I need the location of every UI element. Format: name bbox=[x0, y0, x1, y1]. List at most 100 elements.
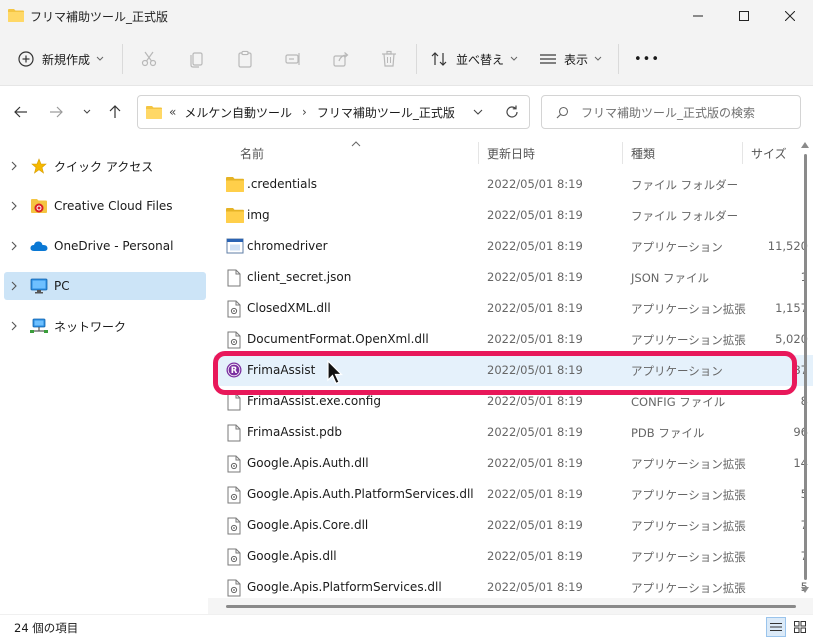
delete-button[interactable] bbox=[378, 48, 400, 70]
column-divider[interactable] bbox=[478, 142, 479, 164]
sidebar-item-onedrive[interactable]: OneDrive - Personal bbox=[4, 232, 206, 260]
breadcrumb-item[interactable]: メルケン自動ツール bbox=[184, 104, 292, 121]
scroll-down-arrow-icon[interactable] bbox=[801, 587, 809, 593]
file-row[interactable]: chromedriver 2022/05/01 8:19 アプリケーション 11,52… bbox=[214, 231, 813, 262]
file-date: 2022/05/01 8:19 bbox=[487, 270, 583, 284]
file-type: ファイル フォルダー bbox=[631, 209, 739, 223]
sidebar-item-pc[interactable]: PC bbox=[4, 272, 206, 300]
sort-button-label: 並べ替え bbox=[456, 52, 505, 67]
file-type: アプリケーション bbox=[631, 364, 723, 378]
breadcrumb-overflow[interactable]: « bbox=[169, 105, 176, 119]
title-bar: フリマ補助ツール_正式版 bbox=[0, 0, 813, 32]
file-row[interactable]: Google.Apis.Auth.dll 2022/05/01 8:19 アプリケー… bbox=[214, 448, 813, 479]
maximize-button[interactable] bbox=[721, 0, 767, 32]
sidebar-item-label: OneDrive - Personal bbox=[54, 239, 174, 253]
file-row[interactable]: client_secret.json 2022/05/01 8:19 JSON ファ… bbox=[214, 262, 813, 293]
breadcrumb-item[interactable]: フリマ補助ツール_正式版 bbox=[317, 104, 455, 121]
file-date: 2022/05/01 8:19 bbox=[487, 549, 583, 563]
document-icon bbox=[226, 269, 244, 287]
column-header-type[interactable]: 種類 bbox=[631, 138, 655, 168]
application-icon bbox=[226, 238, 244, 256]
minimize-button[interactable] bbox=[675, 0, 721, 32]
file-row[interactable]: Google.Apis.dll 2022/05/01 8:19 アプリケーション拡張… bbox=[214, 541, 813, 572]
see-more-button[interactable]: ••• bbox=[634, 44, 660, 74]
trash-icon bbox=[382, 50, 396, 67]
file-name: Google.Apis.Core.dll bbox=[247, 518, 369, 532]
command-bar: 新規作成 並べ替え 表示 ••• bbox=[0, 32, 813, 86]
arrow-left-icon bbox=[14, 106, 27, 118]
sidebar-item-network[interactable]: ネットワーク bbox=[4, 312, 206, 340]
scrollbar-thumb[interactable] bbox=[804, 154, 807, 580]
file-name: FrimaAssist.pdb bbox=[247, 425, 343, 439]
address-row: « メルケン自動ツール › フリマ補助ツール_正式版 フリマ補助ツール_正式版の… bbox=[0, 87, 813, 137]
new-button[interactable]: 新規作成 bbox=[18, 44, 104, 74]
file-date: 2022/05/01 8:19 bbox=[487, 518, 583, 532]
details-view-button[interactable] bbox=[766, 617, 786, 637]
more-dots-icon: ••• bbox=[634, 51, 661, 67]
vertical-scrollbar[interactable] bbox=[797, 138, 813, 600]
minimize-icon bbox=[693, 15, 703, 17]
file-date: 2022/05/01 8:19 bbox=[487, 580, 583, 594]
rename-button[interactable] bbox=[282, 48, 304, 70]
file-type: アプリケーション bbox=[631, 240, 723, 254]
file-row[interactable]: Google.Apis.Core.dll 2022/05/01 8:19 アプリケー… bbox=[214, 510, 813, 541]
back-button[interactable] bbox=[10, 101, 32, 123]
column-header-date[interactable]: 更新日時 bbox=[487, 138, 535, 168]
chevron-right-icon[interactable] bbox=[4, 241, 24, 251]
file-date: 2022/05/01 8:19 bbox=[487, 301, 583, 315]
sort-arrows-icon bbox=[431, 52, 447, 66]
column-divider[interactable] bbox=[742, 142, 743, 164]
chevron-right-icon[interactable] bbox=[4, 281, 24, 291]
file-date: 2022/05/01 8:19 bbox=[487, 363, 583, 377]
column-header-size[interactable]: サイズ bbox=[751, 138, 787, 168]
dll-file-icon bbox=[226, 579, 244, 597]
breadcrumb-separator: › bbox=[302, 105, 307, 119]
folder-icon bbox=[226, 176, 244, 194]
scrollbar-thumb[interactable] bbox=[226, 605, 796, 608]
file-name: .credentials bbox=[247, 177, 318, 191]
column-divider[interactable] bbox=[622, 142, 623, 164]
share-button[interactable] bbox=[330, 48, 352, 70]
refresh-button[interactable] bbox=[505, 105, 519, 119]
forward-button[interactable] bbox=[45, 101, 67, 123]
file-row[interactable]: DocumentFormat.OpenXml.dll 2022/05/01 8:1… bbox=[214, 324, 813, 355]
file-row[interactable]: img 2022/05/01 8:19 ファイル フォルダー bbox=[214, 200, 813, 231]
paste-button[interactable] bbox=[234, 48, 256, 70]
copy-button[interactable] bbox=[186, 48, 208, 70]
chevron-right-icon[interactable] bbox=[4, 201, 24, 211]
chevron-down-icon bbox=[594, 56, 602, 61]
up-button[interactable] bbox=[104, 101, 126, 123]
file-row[interactable]: FrimaAssist.exe.config 2022/05/01 8:19 CON… bbox=[214, 386, 813, 417]
plus-circle-icon bbox=[18, 51, 34, 67]
file-row[interactable]: Google.Apis.Auth.PlatformServices.dll 202… bbox=[214, 479, 813, 510]
view-button[interactable]: 表示 bbox=[540, 44, 602, 74]
file-row[interactable]: ClosedXML.dll 2022/05/01 8:19 アプリケーション拡張 1,… bbox=[214, 293, 813, 324]
file-date: 2022/05/01 8:19 bbox=[487, 425, 583, 439]
file-name: Google.Apis.PlatformServices.dll bbox=[247, 580, 442, 594]
file-row[interactable]: .credentials 2022/05/01 8:19 ファイル フォルダー bbox=[214, 169, 813, 200]
recent-locations-button[interactable] bbox=[76, 101, 98, 123]
address-bar[interactable]: « メルケン自動ツール › フリマ補助ツール_正式版 bbox=[137, 95, 530, 129]
clipboard-icon bbox=[238, 50, 252, 68]
file-row[interactable]: R FrimaAssist 2022/05/01 8:19 アプリケーション 87 bbox=[214, 355, 813, 386]
file-name: FrimaAssist.exe.config bbox=[247, 394, 381, 408]
horizontal-scrollbar[interactable] bbox=[208, 598, 813, 614]
search-box[interactable]: フリマ補助ツール_正式版の検索 bbox=[541, 95, 801, 129]
svg-text:R: R bbox=[231, 366, 238, 376]
file-type: アプリケーション拡張 bbox=[631, 581, 746, 595]
sidebar-item-quick-access[interactable]: クイック アクセス bbox=[4, 152, 206, 180]
address-history-button[interactable] bbox=[473, 109, 483, 116]
tiles-view-button[interactable] bbox=[790, 617, 810, 637]
scroll-up-arrow-icon[interactable] bbox=[801, 142, 809, 148]
chevron-right-icon[interactable] bbox=[4, 161, 24, 171]
sidebar-item-creative-cloud[interactable]: Creative Cloud Files bbox=[4, 192, 206, 220]
column-header-name[interactable]: 名前 bbox=[240, 138, 264, 168]
item-count: 24 個の項目 bbox=[14, 621, 79, 635]
file-type: アプリケーション拡張 bbox=[631, 550, 746, 564]
cut-button[interactable] bbox=[138, 48, 160, 70]
sort-button[interactable]: 並べ替え bbox=[430, 44, 518, 74]
close-button[interactable] bbox=[767, 0, 813, 32]
close-icon bbox=[785, 11, 795, 21]
chevron-right-icon[interactable] bbox=[4, 321, 24, 331]
file-row[interactable]: FrimaAssist.pdb 2022/05/01 8:19 PDB ファイル 96 bbox=[214, 417, 813, 448]
